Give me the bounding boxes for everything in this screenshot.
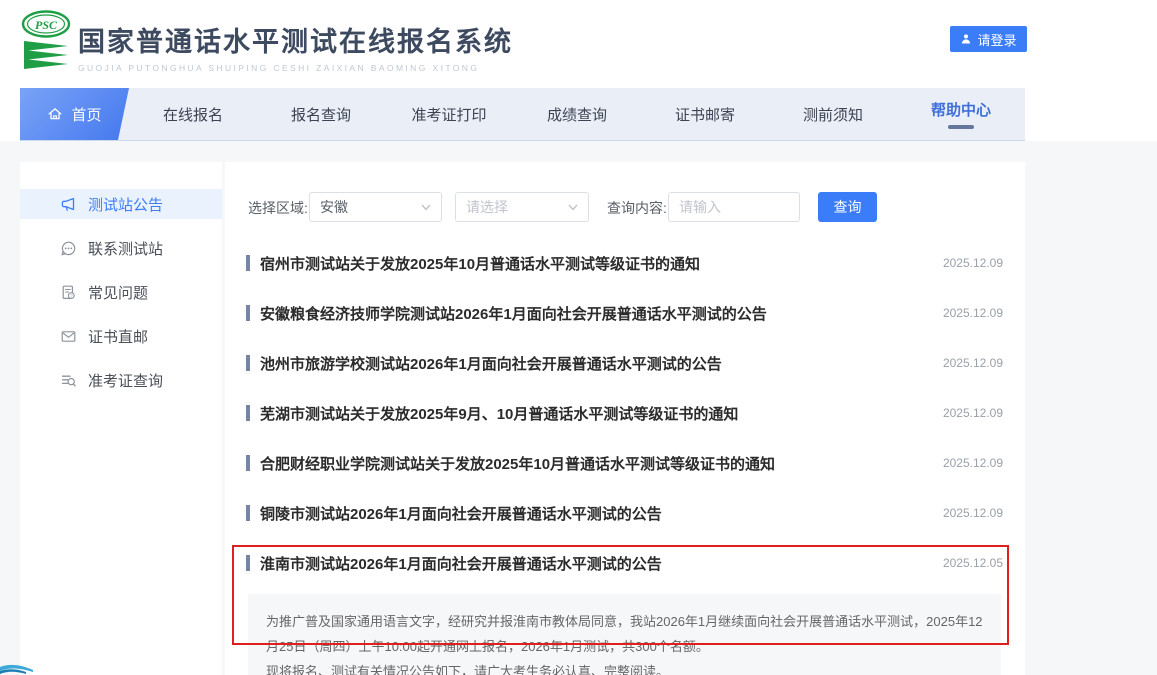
- nav-tab[interactable]: 报名查询: [257, 88, 385, 140]
- user-icon: [960, 33, 972, 45]
- title-bar-marker: [246, 355, 250, 371]
- sub-region-placeholder: 请选择: [466, 197, 508, 217]
- content-panel: 选择区域: 安徽 请选择 查询内容: 查询 宿州市测试站关于发放2025年10月…: [225, 162, 1025, 675]
- announcement-title: 淮南市测试站2026年1月面向社会开展普通话水平测试的公告: [260, 553, 931, 574]
- sub-region-select[interactable]: 请选择: [455, 192, 589, 222]
- home-icon: [47, 106, 63, 122]
- brand: 国家普通话水平测试在线报名系统 GUOJIA PUTONGHUA SHUIPIN…: [78, 20, 513, 73]
- announcement-title: 安徽粮食经济技师学院测试站2026年1月面向社会开展普通话水平测试的公告: [260, 303, 931, 324]
- title-bar-marker: [246, 505, 250, 521]
- filter-bar: 选择区域: 安徽 请选择 查询内容: 查询: [225, 192, 1025, 222]
- nav-tab-label: 测前须知: [803, 104, 863, 125]
- nav-tab-label: 准考证打印: [411, 104, 486, 125]
- sidebar-item-label: 常见问题: [88, 282, 148, 303]
- announcement-row[interactable]: 淮南市测试站2026年1月面向社会开展普通话水平测试的公告 2025.12.05: [246, 538, 1003, 588]
- region-label: 选择区域:: [248, 198, 308, 218]
- announcement-row[interactable]: 池州市旅游学校测试站2026年1月面向社会开展普通话水平测试的公告 2025.12…: [246, 338, 1003, 388]
- nav-tab[interactable]: 证书邮寄: [641, 88, 769, 140]
- announcement-detail: 为推广普及国家通用语言文字，经研究并报淮南市教体局同意，我站2026年1月继续面…: [248, 594, 1001, 675]
- announcement-date: 2025.12.05: [943, 556, 1003, 570]
- announcement-list: 宿州市测试站关于发放2025年10月普通话水平测试等级证书的通知 2025.12.…: [246, 238, 1003, 675]
- header: PSC 国家普通话水平测试在线报名系统 GUOJIA PUTONGHUA SHU…: [0, 0, 1157, 88]
- announcement-title: 芜湖市测试站关于发放2025年9月、10月普通话水平测试等级证书的通知: [260, 403, 931, 424]
- title-bar-marker: [246, 455, 250, 471]
- chevron-down-icon: [568, 204, 578, 211]
- chat-icon: [60, 240, 77, 257]
- announcement-date: 2025.12.09: [943, 406, 1003, 420]
- announcement-date: 2025.12.09: [943, 256, 1003, 270]
- chevron-down-icon: [421, 204, 431, 211]
- nav-tab[interactable]: 首页: [20, 88, 129, 140]
- announcement-row[interactable]: 铜陵市测试站2026年1月面向社会开展普通话水平测试的公告 2025.12.09: [246, 488, 1003, 538]
- active-section-indicator: [948, 125, 974, 129]
- sidebar-item[interactable]: 证书直邮: [20, 321, 222, 351]
- main-nav: 首页 在线报名 报名查询 准考证打印 成绩查询 证书邮寄 测前须知 帮助中心: [20, 88, 1025, 141]
- sidebar-item-label: 联系测试站: [88, 238, 163, 259]
- nav-tab-label: 在线报名: [163, 104, 223, 125]
- login-button[interactable]: 请登录: [950, 26, 1027, 52]
- corner-swoosh-icon: [0, 663, 34, 675]
- nav-tab-label: 报名查询: [291, 104, 351, 125]
- faq-doc-icon: ?: [60, 284, 77, 301]
- nav-tab[interactable]: 在线报名: [129, 88, 257, 140]
- announcement-title: 铜陵市测试站2026年1月面向社会开展普通话水平测试的公告: [260, 503, 931, 524]
- announcement-title: 池州市旅游学校测试站2026年1月面向社会开展普通话水平测试的公告: [260, 353, 931, 374]
- announcement-row[interactable]: 宿州市测试站关于发放2025年10月普通话水平测试等级证书的通知 2025.12.…: [246, 238, 1003, 288]
- nav-strip: 首页 在线报名 报名查询 准考证打印 成绩查询 证书邮寄 测前须知 帮助中心: [0, 88, 1157, 141]
- title-bar-marker: [246, 305, 250, 321]
- nav-tab-label: 证书邮寄: [675, 104, 735, 125]
- site-title: 国家普通话水平测试在线报名系统: [78, 20, 513, 59]
- announcement-date: 2025.12.09: [943, 506, 1003, 520]
- sidebar-item[interactable]: ? 常见问题: [20, 277, 222, 307]
- detail-paragraph: 现将报名、测试有关情况公告如下，请广大考生务必认真、完整阅读。: [266, 659, 983, 675]
- page: PSC 国家普通话水平测试在线报名系统 GUOJIA PUTONGHUA SHU…: [0, 0, 1157, 675]
- announcement-date: 2025.12.09: [943, 306, 1003, 320]
- query-label: 查询内容:: [607, 198, 667, 218]
- announcement-title: 宿州市测试站关于发放2025年10月普通话水平测试等级证书的通知: [260, 253, 931, 274]
- list-search-icon: [60, 372, 77, 389]
- envelope-icon: [60, 328, 77, 345]
- announcement-row[interactable]: 安徽粮食经济技师学院测试站2026年1月面向社会开展普通话水平测试的公告 2025…: [246, 288, 1003, 338]
- nav-tab-label: 帮助中心: [931, 99, 991, 120]
- psc-logo-icon: PSC: [20, 10, 72, 74]
- region-select[interactable]: 安徽: [309, 192, 442, 222]
- title-bar-marker: [246, 405, 250, 421]
- announcement-title: 合肥财经职业学院测试站关于发放2025年10月普通话水平测试等级证书的通知: [260, 453, 931, 474]
- site-subtitle: GUOJIA PUTONGHUA SHUIPING CESHI ZAIXIAN …: [78, 63, 513, 73]
- nav-tab[interactable]: 帮助中心: [897, 88, 1025, 140]
- announcement-date: 2025.12.09: [943, 356, 1003, 370]
- announcement-row[interactable]: 合肥财经职业学院测试站关于发放2025年10月普通话水平测试等级证书的通知 202…: [246, 438, 1003, 488]
- nav-tab-label: 成绩查询: [547, 104, 607, 125]
- nav-tab[interactable]: 测前须知: [769, 88, 897, 140]
- query-input[interactable]: [668, 192, 800, 222]
- sidebar-item-label: 证书直邮: [88, 326, 148, 347]
- megaphone-icon: [60, 196, 77, 213]
- svg-text:?: ?: [70, 293, 73, 298]
- sidebar: 测试站公告联系测试站? 常见问题证书直邮准考证查询: [20, 162, 222, 675]
- announcement-row[interactable]: 芜湖市测试站关于发放2025年9月、10月普通话水平测试等级证书的通知 2025.…: [246, 388, 1003, 438]
- sidebar-item-label: 测试站公告: [88, 194, 163, 215]
- nav-tab-label: 首页: [71, 104, 101, 125]
- sidebar-item[interactable]: 准考证查询: [20, 365, 222, 395]
- title-bar-marker: [246, 555, 250, 571]
- sidebar-item-label: 准考证查询: [88, 370, 163, 391]
- title-bar-marker: [246, 255, 250, 271]
- login-label: 请登录: [977, 30, 1016, 49]
- sidebar-item[interactable]: 联系测试站: [20, 233, 222, 263]
- region-select-value: 安徽: [320, 197, 348, 217]
- nav-tab[interactable]: 准考证打印: [385, 88, 513, 140]
- svg-text:PSC: PSC: [35, 18, 58, 32]
- search-button[interactable]: 查询: [818, 192, 877, 222]
- detail-paragraph: 为推广普及国家通用语言文字，经研究并报淮南市教体局同意，我站2026年1月继续面…: [266, 609, 983, 659]
- sidebar-item[interactable]: 测试站公告: [20, 189, 222, 219]
- announcement-date: 2025.12.09: [943, 456, 1003, 470]
- nav-tab[interactable]: 成绩查询: [513, 88, 641, 140]
